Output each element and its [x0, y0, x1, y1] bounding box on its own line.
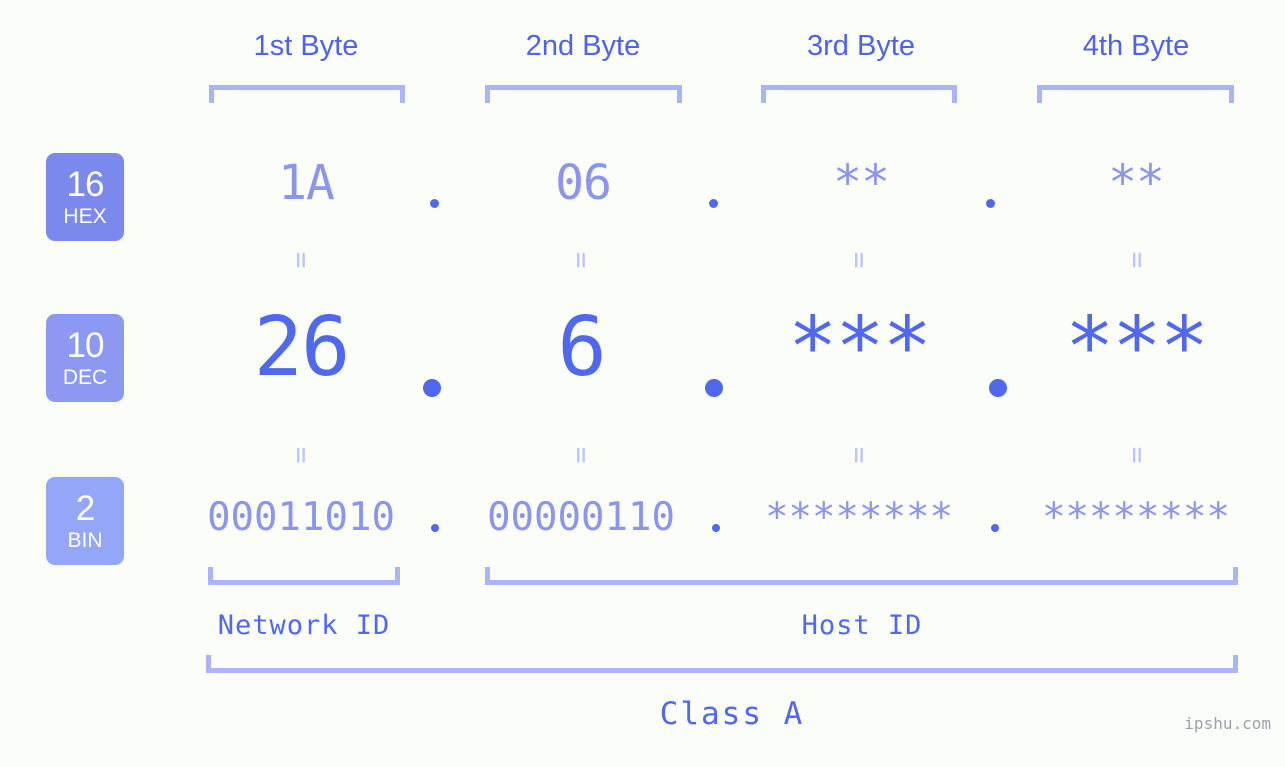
dec-byte-1: 26 [253, 300, 351, 395]
base-badge-bin[interactable]: 2 BIN [46, 477, 124, 565]
base-badge-bin-name: BIN [67, 529, 103, 552]
base-badge-hex[interactable]: 16 HEX [46, 153, 124, 241]
hex-byte-1: 1A [278, 155, 335, 211]
site-watermark: ipshu.com [1184, 714, 1271, 733]
host-id-bracket [485, 567, 1238, 585]
hex-byte-4: ** [1108, 155, 1165, 211]
class-bracket [206, 655, 1238, 673]
base-badge-dec-number: 10 [66, 326, 105, 365]
base-badge-dec-name: DEC [62, 366, 108, 389]
hex-byte-3: ** [833, 155, 890, 211]
dec-byte-4: *** [1064, 300, 1209, 395]
byte-bracket-3 [761, 85, 957, 103]
bin-byte-1: 00011010 [207, 495, 395, 540]
bin-separator-dot-3 [991, 524, 999, 532]
network-id-bracket [208, 567, 400, 585]
dec-separator-dot-1 [423, 379, 441, 397]
equals-mark-hex-dec-1: = [285, 251, 318, 269]
ip-address-breakdown-diagram: 1st Byte 2nd Byte 3rd Byte 4th Byte 16 H… [0, 0, 1285, 767]
dec-byte-3: *** [787, 300, 932, 395]
equals-mark-dec-bin-1: = [285, 446, 318, 464]
byte-label-2: 2nd Byte [525, 30, 641, 62]
hex-separator-dot-2 [709, 199, 718, 208]
dec-separator-dot-3 [989, 379, 1007, 397]
equals-mark-hex-dec-4: = [1121, 251, 1154, 269]
hex-separator-dot-1 [430, 199, 439, 208]
byte-label-4: 4th Byte [1082, 30, 1190, 62]
byte-bracket-2 [485, 85, 682, 103]
bin-byte-3: ******** [765, 495, 953, 540]
network-id-label: Network ID [217, 610, 391, 641]
dec-separator-dot-2 [705, 379, 723, 397]
byte-label-3: 3rd Byte [807, 30, 915, 62]
bin-separator-dot-1 [431, 524, 439, 532]
dec-byte-2: 6 [557, 300, 606, 395]
hex-separator-dot-3 [986, 199, 995, 208]
base-badge-hex-number: 16 [66, 165, 105, 204]
host-id-label: Host ID [801, 610, 923, 641]
base-badge-hex-name: HEX [63, 205, 107, 228]
class-label: Class A [659, 696, 805, 732]
bin-separator-dot-2 [712, 524, 720, 532]
byte-bracket-1 [209, 85, 405, 103]
base-badge-bin-number: 2 [75, 489, 95, 528]
equals-mark-dec-bin-2: = [565, 446, 598, 464]
equals-mark-dec-bin-4: = [1121, 446, 1154, 464]
bin-byte-2: 00000110 [487, 495, 675, 540]
byte-label-1: 1st Byte [253, 30, 359, 62]
hex-byte-2: 06 [555, 155, 612, 211]
equals-mark-hex-dec-2: = [565, 251, 598, 269]
byte-bracket-4 [1037, 85, 1234, 103]
equals-mark-dec-bin-3: = [843, 446, 876, 464]
base-badge-dec[interactable]: 10 DEC [46, 314, 124, 402]
bin-byte-4: ******** [1042, 495, 1230, 540]
equals-mark-hex-dec-3: = [843, 251, 876, 269]
